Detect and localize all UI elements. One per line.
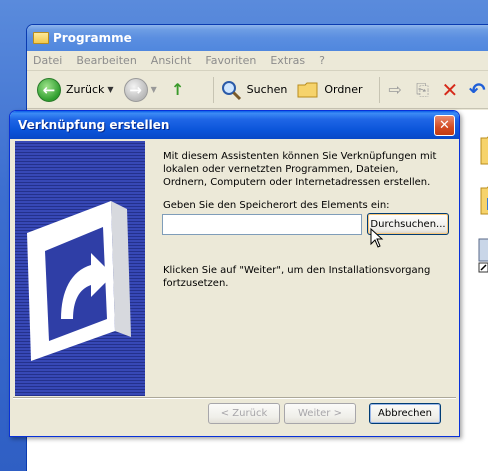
menu-item-favoriten[interactable]: Favoriten [205, 54, 256, 67]
dialog-titlebar[interactable]: Verknüpfung erstellen ✕ [10, 111, 459, 139]
explorer-toolbar: ← Zurück ▼ → ▼ ↑ Suchen Ordner ⇨ ⎘ ✕ ↶ [27, 71, 488, 109]
back-wizard-button[interactable]: < Zurück [208, 403, 280, 424]
explorer-menubar: Datei Bearbeiten Ansicht Favoriten Extra… [27, 51, 488, 71]
dialog-body: Mit diesem Assistenten können Sie Verknü… [13, 139, 456, 433]
undo-icon[interactable]: ↶ [468, 78, 487, 102]
search-button-label: Suchen [246, 83, 288, 96]
button-row-separator [13, 397, 456, 399]
folder-icon[interactable] [479, 180, 488, 220]
search-button[interactable]: Suchen [220, 79, 288, 101]
forward-arrow-icon: → [123, 77, 148, 102]
create-shortcut-dialog: Verknüpfung erstellen ✕ Mit diesem Assis… [9, 110, 460, 437]
folder-icon [33, 32, 49, 44]
shortcut-icon[interactable] [477, 235, 488, 275]
intro-text: Mit diesem Assistenten können Sie Verknü… [163, 151, 437, 188]
shortcut-wizard-icon [27, 201, 131, 361]
next-button[interactable]: Weiter > [284, 403, 356, 424]
location-prompt: Geben Sie den Speicherort des Elements e… [163, 200, 390, 211]
back-arrow-icon: ← [37, 77, 61, 102]
chevron-down-icon[interactable]: ▼ [151, 85, 157, 94]
explorer-titlebar[interactable]: Programme [27, 25, 488, 51]
folders-icon [297, 82, 318, 97]
cancel-button[interactable]: Abbrechen [369, 403, 441, 424]
delete-icon[interactable]: ✕ [440, 78, 459, 102]
close-button[interactable]: ✕ [434, 114, 455, 136]
copy-to-icon[interactable]: ⎘ [413, 79, 432, 101]
back-button-label: Zurück [66, 83, 105, 96]
folders-button[interactable]: Ordner [297, 80, 363, 100]
menu-item-datei[interactable]: Datei [33, 54, 62, 67]
menu-item-ansicht[interactable]: Ansicht [151, 54, 192, 67]
explorer-title: Programme [53, 31, 132, 45]
location-input[interactable] [162, 214, 362, 235]
up-folder-button[interactable]: ↑ [167, 79, 197, 101]
wizard-content: Mit diesem Assistenten können Sie Verknü… [145, 141, 454, 396]
chevron-down-icon[interactable]: ▼ [107, 85, 113, 94]
menu-item-help[interactable]: ? [319, 54, 325, 67]
toolbar-separator [212, 76, 214, 103]
close-icon: ✕ [439, 117, 450, 133]
finish-text: Klicken Sie auf "Weiter", um den Install… [163, 265, 431, 289]
move-to-icon[interactable]: ⇨ [385, 79, 404, 101]
back-button[interactable]: ← Zurück ▼ [37, 77, 114, 102]
forward-button[interactable]: → ▼ [123, 77, 157, 102]
up-folder-icon: ↑ [171, 80, 185, 99]
search-icon [221, 80, 241, 100]
wizard-side-panel [15, 141, 145, 396]
mouse-pointer-icon [370, 228, 384, 248]
toolbar-separator [378, 76, 380, 103]
dialog-title: Verknüpfung erstellen [18, 118, 170, 132]
folder-icon[interactable] [479, 130, 488, 170]
menu-item-bearbeiten[interactable]: Bearbeiten [76, 54, 136, 67]
folders-button-label: Ordner [324, 83, 363, 96]
menu-item-extras[interactable]: Extras [270, 54, 305, 67]
